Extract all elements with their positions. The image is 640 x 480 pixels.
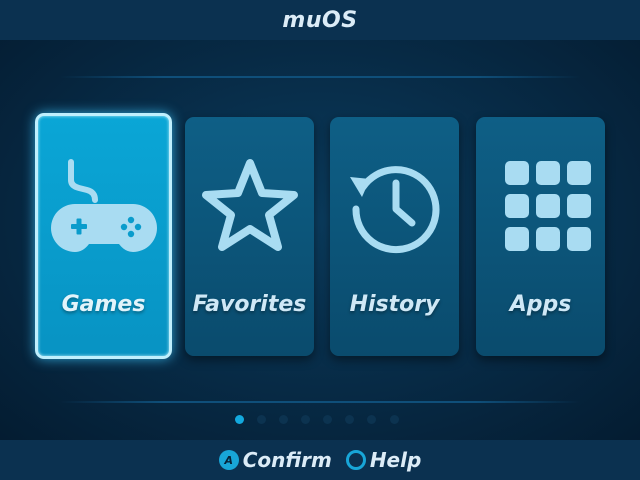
a-button-icon: A — [218, 450, 239, 470]
menu-item-apps[interactable]: Apps — [476, 117, 605, 356]
page-dot — [235, 415, 244, 424]
page-dot — [345, 415, 354, 424]
menu-item-favorites[interactable]: Favorites — [185, 117, 314, 356]
confirm-hint[interactable]: A Confirm — [218, 448, 332, 472]
gamepad-icon — [38, 156, 169, 256]
menu-item-label: Favorites — [192, 292, 307, 317]
menu-item-label: Apps — [509, 292, 572, 317]
page-dot — [279, 415, 288, 424]
history-icon — [330, 157, 459, 257]
page-dot — [323, 415, 332, 424]
page-indicator — [0, 415, 640, 427]
page-dot — [257, 415, 266, 424]
circle-button-icon — [345, 450, 366, 470]
page-dot — [367, 415, 376, 424]
apps-grid-icon — [476, 157, 605, 257]
menu-item-history[interactable]: History — [330, 117, 459, 356]
footer-bar: A Confirm Help — [0, 440, 640, 480]
help-label: Help — [369, 448, 422, 472]
top-divider — [60, 76, 580, 78]
header-bar: muOS — [0, 0, 640, 40]
star-icon — [185, 157, 314, 257]
page-dot — [301, 415, 310, 424]
app-title: muOS — [282, 7, 358, 33]
menu-item-games[interactable]: Games — [35, 113, 172, 359]
page-dot — [390, 415, 399, 424]
help-hint[interactable]: Help — [345, 448, 422, 472]
confirm-label: Confirm — [242, 448, 332, 472]
menu-item-label: Games — [61, 292, 146, 317]
menu-item-label: History — [349, 292, 440, 317]
bottom-divider — [60, 401, 580, 403]
